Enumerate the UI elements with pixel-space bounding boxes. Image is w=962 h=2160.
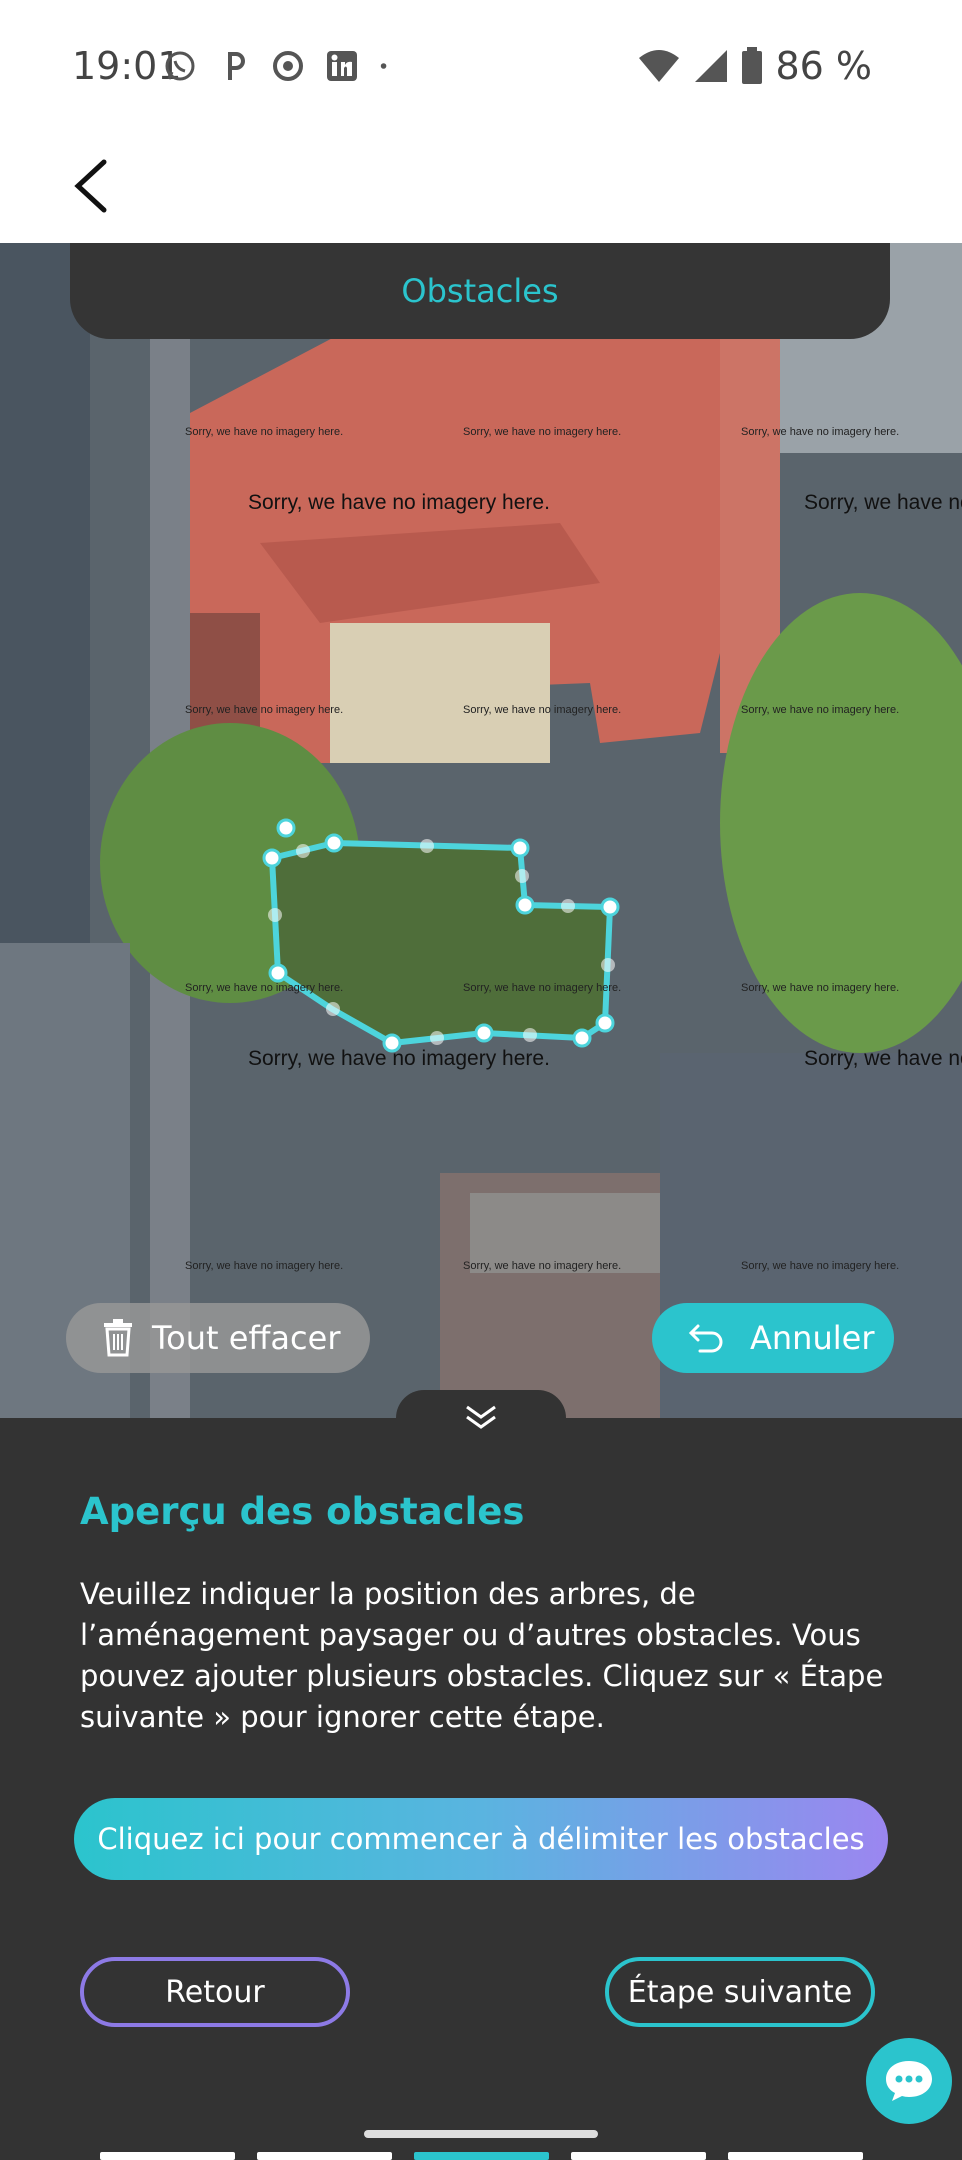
- chrome-icon: [273, 51, 303, 81]
- home-indicator: [364, 2130, 598, 2138]
- no-imagery-label: Sorry, we have no imagery here.: [463, 1260, 622, 1272]
- undo-button[interactable]: Annuler: [652, 1303, 894, 1373]
- progress-step: [257, 2152, 392, 2160]
- no-imagery-label: Sorry, we have no imagery here.: [741, 1260, 900, 1272]
- no-imagery-label: Sorry, we have no imagery here.: [185, 426, 344, 438]
- undo-label: Annuler: [750, 1319, 875, 1357]
- next-step-button[interactable]: Étape suivante: [605, 1957, 875, 2027]
- battery-percent: 86 %: [775, 44, 872, 88]
- no-imagery-label: Sorry, we have no: [804, 491, 962, 514]
- system-status: 86 %: [637, 44, 872, 88]
- signal-icon: [695, 50, 728, 82]
- no-imagery-label: Sorry, we have no imagery here.: [463, 982, 622, 994]
- p-icon: [228, 52, 245, 80]
- status-bar: 19:01 86 %: [0, 0, 962, 130]
- chat-button[interactable]: [866, 2038, 952, 2124]
- notification-icons: [162, 48, 398, 84]
- no-imagery-label: Sorry, we have no imagery here.: [185, 982, 344, 994]
- panel-description: Veuillez indiquer la position des arbres…: [80, 1577, 884, 1734]
- no-imagery-label: Sorry, we have no imagery here.: [741, 426, 900, 438]
- collapse-handle[interactable]: [396, 1390, 566, 1446]
- satellite-map[interactable]: Sorry, we have no imagery here. Sorry, w…: [0, 243, 962, 1418]
- wifi-icon: [639, 50, 680, 82]
- tab-obstacles[interactable]: Obstacles: [70, 243, 890, 339]
- dot-icon: [380, 63, 387, 69]
- double-chevron-down-icon: [466, 1405, 496, 1429]
- no-imagery-label: Sorry, we have no imagery here.: [741, 982, 900, 994]
- no-imagery-label: Sorry, we have no imagery here.: [248, 1047, 550, 1070]
- no-imagery-label: Sorry, we have no imagery here.: [185, 704, 344, 716]
- battery-icon: [742, 47, 763, 84]
- clear-all-label: Tout effacer: [152, 1319, 341, 1357]
- linkedin-icon: [327, 51, 357, 81]
- progress-step: [100, 2152, 235, 2160]
- back-button[interactable]: Retour: [80, 1957, 350, 2027]
- clear-all-button[interactable]: Tout effacer: [66, 1303, 370, 1373]
- panel-title: Aperçu des obstacles: [80, 1490, 525, 1533]
- tab-obstacles-label: Obstacles: [401, 272, 559, 310]
- trash-icon: [104, 1319, 132, 1357]
- progress-step: [571, 2152, 706, 2160]
- app-header: [0, 130, 962, 243]
- chevron-left-icon[interactable]: [66, 156, 118, 216]
- satellite-imagery: [0, 243, 962, 1418]
- no-imagery-label: Sorry, we have no imagery here.: [741, 704, 900, 716]
- no-imagery-label: Sorry, we have no imagery here.: [463, 426, 622, 438]
- progress-step-active: [414, 2152, 549, 2160]
- no-imagery-label: Sorry, we have no: [804, 1047, 962, 1070]
- whatsapp-icon: [165, 51, 195, 81]
- progress-step: [728, 2152, 863, 2160]
- no-imagery-label: Sorry, we have no imagery here.: [463, 704, 622, 716]
- undo-icon: [688, 1324, 723, 1353]
- chat-bubble-icon: [886, 2061, 932, 2101]
- no-imagery-label: Sorry, we have no imagery here.: [248, 491, 550, 514]
- no-imagery-label: Sorry, we have no imagery here.: [185, 1260, 344, 1272]
- step-progress: [100, 2152, 863, 2160]
- start-drawing-button[interactable]: Cliquez ici pour commencer à délimiter l…: [74, 1798, 888, 1880]
